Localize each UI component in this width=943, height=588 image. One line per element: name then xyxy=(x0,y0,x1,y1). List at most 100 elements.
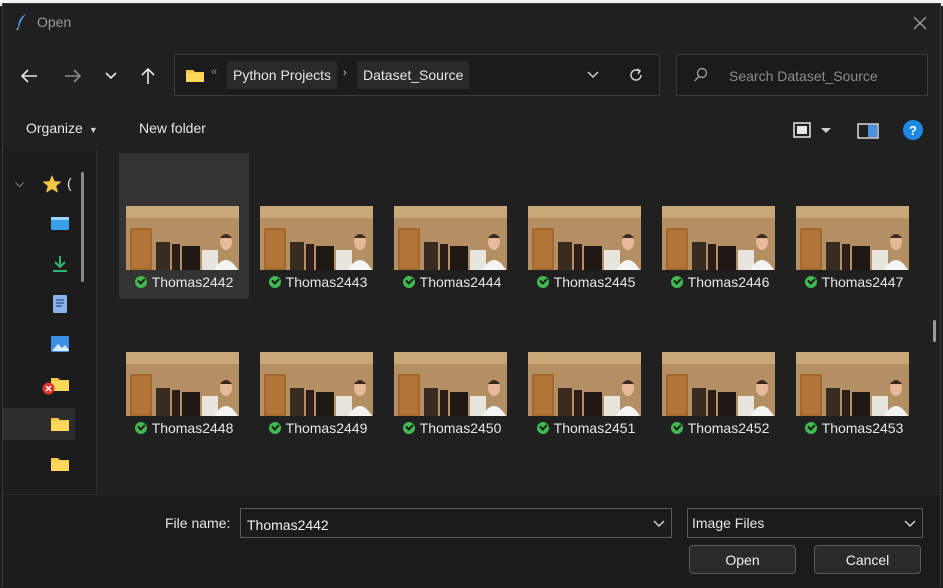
organize-button[interactable]: Organize ▼ xyxy=(26,120,98,136)
open-file-dialog: Open « Python Projects › Dataset_Source … xyxy=(2,3,941,588)
folder-icon xyxy=(51,418,69,431)
sync-status-icon xyxy=(804,422,817,434)
sidebar-item-downloads[interactable] xyxy=(3,248,75,280)
sidebar-item-folder-error[interactable] xyxy=(3,368,75,400)
file-thumbnail xyxy=(394,206,507,270)
sync-status-icon xyxy=(402,422,415,434)
breadcrumb-dataset-source[interactable]: Dataset_Source xyxy=(357,61,470,89)
sidebar-item-documents[interactable] xyxy=(3,288,75,320)
file-name-input[interactable] xyxy=(245,514,645,536)
chevron-down-icon xyxy=(105,72,117,80)
search-box[interactable] xyxy=(676,54,928,96)
recent-locations-button[interactable] xyxy=(97,62,125,90)
file-item[interactable]: Thomas2446 xyxy=(655,153,785,299)
file-item[interactable]: Thomas2447 xyxy=(789,153,919,299)
file-item[interactable]: Thomas2450 xyxy=(387,299,517,445)
search-icon xyxy=(694,67,708,82)
star-icon xyxy=(42,175,62,193)
file-item[interactable]: Thomas2453 xyxy=(789,299,919,445)
cancel-button[interactable]: Cancel xyxy=(814,545,921,574)
address-history-dropdown[interactable] xyxy=(583,65,603,85)
file-name-text: Thomas2451 xyxy=(553,420,636,436)
dialog-title: Open xyxy=(37,14,72,30)
file-name-label: Thomas2446 xyxy=(655,274,785,290)
breadcrumb-python-projects[interactable]: Python Projects xyxy=(227,61,338,89)
preview-pane-button[interactable] xyxy=(857,122,879,140)
download-icon xyxy=(53,256,67,272)
file-name-label: Thomas2450 xyxy=(387,420,517,436)
sidebar-item-label: ( xyxy=(67,175,72,191)
organize-label: Organize xyxy=(26,120,83,136)
search-input[interactable] xyxy=(727,64,921,88)
file-name-label: Thomas2445 xyxy=(521,274,651,290)
file-thumbnail xyxy=(126,206,239,270)
forward-button[interactable] xyxy=(59,62,87,90)
file-item[interactable]: Thomas2451 xyxy=(521,299,651,445)
file-name-text: Thomas2446 xyxy=(687,274,770,290)
file-item[interactable]: Thomas2444 xyxy=(387,153,517,299)
sync-status-icon xyxy=(402,276,415,288)
sync-status-icon xyxy=(670,276,683,288)
path-overflow-indicator[interactable]: « xyxy=(211,66,217,78)
chevron-down-icon[interactable] xyxy=(653,516,665,530)
pictures-icon xyxy=(51,336,69,352)
file-thumbnail xyxy=(796,206,909,270)
file-name-text: Thomas2447 xyxy=(821,274,904,290)
file-name-text: Thomas2442 xyxy=(151,274,234,290)
folder-icon xyxy=(51,458,69,471)
file-item[interactable]: Thomas2442 xyxy=(119,153,249,299)
caret-down-icon: ▼ xyxy=(88,125,98,135)
sync-status-icon xyxy=(804,276,817,288)
address-bar[interactable]: « Python Projects › Dataset_Source xyxy=(174,54,660,96)
file-item[interactable]: Thomas2445 xyxy=(521,153,651,299)
sidebar-scrollbar[interactable] xyxy=(81,172,84,282)
file-name-label: Thomas2443 xyxy=(253,274,383,290)
file-name-combobox[interactable] xyxy=(240,508,672,538)
sync-status-icon xyxy=(536,422,549,434)
file-name-label: Thomas2448 xyxy=(119,420,249,436)
file-list-view: Thomas2442 Thomas2443 Thomas2444 Thomas2445… xyxy=(97,150,935,494)
file-thumbnail xyxy=(796,352,909,416)
file-name-text: Thomas2450 xyxy=(419,420,502,436)
new-folder-button[interactable]: New folder xyxy=(139,120,206,136)
file-type-select[interactable]: Image Files xyxy=(687,508,923,538)
change-view-button[interactable] xyxy=(789,120,833,142)
arrow-left-icon xyxy=(20,69,37,83)
breadcrumb-separator-icon[interactable]: › xyxy=(343,67,347,79)
file-name-text: Thomas2453 xyxy=(821,420,904,436)
file-name-label: Thomas2447 xyxy=(789,274,919,290)
file-item[interactable]: Thomas2452 xyxy=(655,299,785,445)
close-icon xyxy=(913,16,927,30)
dialog-footer: File name: Image Files Open Cancel xyxy=(3,494,940,588)
file-name-text: Thomas2443 xyxy=(285,274,368,290)
refresh-button[interactable] xyxy=(625,64,647,86)
file-item[interactable]: Thomas2448 xyxy=(119,299,249,445)
help-button[interactable]: ? xyxy=(903,120,923,140)
file-thumbnail xyxy=(528,206,641,270)
chevron-down-icon[interactable]: ⌵ xyxy=(15,176,24,191)
sidebar-item-pictures[interactable] xyxy=(3,328,75,360)
close-button[interactable] xyxy=(906,10,934,36)
command-bar: Organize ▼ New folder ? xyxy=(3,110,940,150)
sync-status-icon xyxy=(670,422,683,434)
arrow-up-icon xyxy=(141,67,155,84)
folder-icon xyxy=(186,70,204,82)
chevron-down-icon xyxy=(904,520,916,528)
back-button[interactable] xyxy=(15,62,43,90)
file-name-label: File name: xyxy=(165,515,231,531)
file-list-scrollbar[interactable] xyxy=(933,320,936,342)
navigation-pane: ⌵ ( xyxy=(3,150,97,494)
up-button[interactable] xyxy=(134,62,162,90)
file-item[interactable]: Thomas2449 xyxy=(253,299,383,445)
file-name-label: Thomas2444 xyxy=(387,274,517,290)
sidebar-item-folder[interactable] xyxy=(3,448,75,480)
sidebar-item-desktop[interactable] xyxy=(3,208,75,240)
file-name-text: Thomas2445 xyxy=(553,274,636,290)
sidebar-item-folder[interactable] xyxy=(3,408,75,440)
title-bar: Open xyxy=(3,4,940,42)
sidebar-item-quick-access[interactable]: ⌵ ( xyxy=(3,168,75,200)
open-button[interactable]: Open xyxy=(689,545,796,574)
file-thumbnail xyxy=(394,352,507,416)
file-item[interactable]: Thomas2443 xyxy=(253,153,383,299)
sync-status-icon xyxy=(134,422,147,434)
